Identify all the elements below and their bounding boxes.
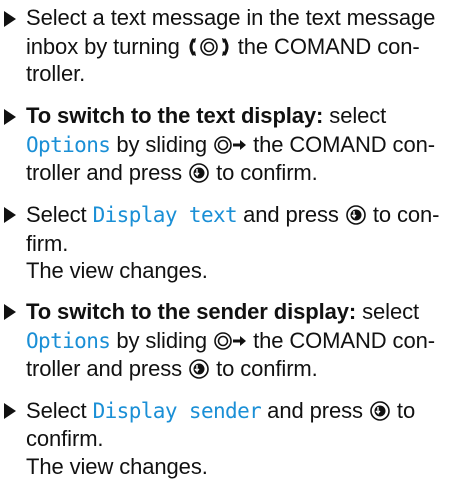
step-result: The view changes. — [26, 454, 208, 479]
step-line: troller. — [26, 61, 85, 87]
step-text: by sliding — [110, 328, 214, 353]
step-text: and press — [237, 202, 345, 227]
step-text: to confirm. — [210, 356, 318, 381]
bullet-triangle-icon — [4, 403, 16, 419]
step-text: the COMAND con- — [231, 34, 420, 59]
step-text: to con- — [366, 202, 440, 227]
step-text: Select — [26, 398, 93, 423]
bullet-triangle-icon — [4, 207, 16, 223]
step-text: troller and press — [26, 356, 189, 381]
step-line: The view changes. — [26, 454, 208, 480]
bullet-triangle-icon — [4, 109, 16, 125]
controller-slide-right-icon — [213, 330, 247, 352]
controller-turn-icon — [186, 36, 232, 58]
controller-press-icon — [188, 358, 210, 380]
controller-press-icon — [369, 400, 391, 422]
step-line: Select Display text and press to con- — [26, 202, 440, 228]
step-line: inbox by turning the COMAND con- — [26, 34, 420, 60]
step-text: by sliding — [110, 132, 214, 157]
step-line: To switch to the text display: select — [26, 103, 386, 129]
step-line: troller and press to confirm. — [26, 356, 318, 382]
step-text: troller. — [26, 61, 86, 86]
menu-item-options: Options — [26, 329, 111, 353]
step-line: firm. — [26, 231, 68, 257]
step-text: select — [323, 103, 387, 128]
step-text: select — [356, 299, 419, 324]
step-text: firm. — [26, 231, 69, 256]
bullet-triangle-icon — [4, 304, 16, 320]
controller-press-icon — [345, 204, 367, 226]
step-heading: To switch to the text display: — [26, 103, 324, 128]
step-line: Options by sliding the COMAND con- — [26, 328, 435, 354]
step-heading: To switch to the sender display: — [26, 299, 357, 324]
controller-press-icon — [188, 162, 210, 184]
step-text: troller and press — [26, 160, 189, 185]
step-line: troller and press to confirm. — [26, 160, 318, 186]
menu-item-options: Options — [26, 133, 111, 157]
menu-item-display-sender: Display sender — [92, 399, 262, 423]
step-text: Select a text message in the text messag… — [26, 5, 436, 30]
step-text: inbox by turning — [26, 34, 186, 59]
instruction-page: Select a text message in the text messag… — [0, 0, 475, 480]
step-line: To switch to the sender display: select — [26, 299, 419, 325]
step-line: Select Display sender and press to — [26, 398, 415, 424]
menu-item-display-text: Display text — [92, 203, 238, 227]
step-text: to — [390, 398, 416, 423]
step-text: confirm. — [26, 426, 104, 451]
step-text: to confirm. — [210, 160, 318, 185]
step-line: Select a text message in the text messag… — [26, 5, 435, 31]
step-text: the COMAND con- — [247, 132, 435, 157]
step-line: confirm. — [26, 426, 104, 452]
bullet-triangle-icon — [4, 11, 16, 27]
step-line: The view changes. — [26, 258, 208, 284]
step-line: Options by sliding the COMAND con- — [26, 132, 435, 158]
step-result: The view changes. — [26, 258, 208, 283]
step-text: Select — [26, 202, 93, 227]
step-text: the COMAND con- — [247, 328, 435, 353]
controller-slide-right-icon — [213, 134, 247, 156]
step-text: and press — [261, 398, 369, 423]
